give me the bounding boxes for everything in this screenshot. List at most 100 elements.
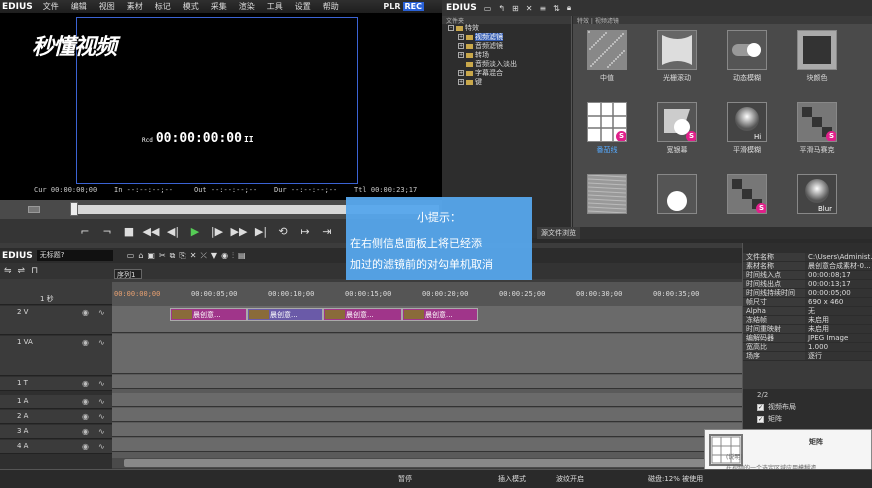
track-mode-icon[interactable]: ⇋ [4,266,12,276]
effect-item[interactable]: S 平滑马赛克 [782,102,852,155]
track-header[interactable]: 3 A ◉ ∿ [0,425,112,439]
lock-icon[interactable]: 🔒︎ [567,3,571,13]
scrub-knob[interactable] [70,202,78,216]
track-lane[interactable] [112,438,742,452]
new-folder-icon[interactable]: ⊞ [512,4,519,13]
tab-source-browser[interactable]: 源文件浏览 [537,227,580,239]
menu-settings[interactable]: 设置 [289,1,317,12]
sync-icon[interactable]: ∿ [98,308,105,317]
up-folder-icon[interactable]: ↰ [498,4,505,13]
cut-icon[interactable]: ✂ [159,251,166,260]
tree-node[interactable]: + 字幕混合 [442,69,571,78]
visibility-icon[interactable]: ◉ [82,308,89,317]
delete-clip-icon[interactable]: ✕ [190,251,197,260]
overwrite-icon[interactable]: ⇥ [316,221,338,241]
effect-item[interactable]: S 宽银幕 [642,102,712,155]
menu-mode[interactable]: 模式 [177,1,205,12]
play-icon[interactable]: ▶ [184,221,206,241]
expander-icon[interactable]: + [458,34,464,40]
visibility-icon[interactable]: ◉ [82,379,89,388]
track-scale-row[interactable]: 1 秒 [0,279,112,305]
effect-item[interactable] [572,174,642,217]
timeline-clip[interactable]: 晨创意... [247,308,323,321]
effect-item[interactable]: 动态模糊 [712,30,782,83]
mixer-icon[interactable]: ⫶ [232,251,234,261]
shuttle-slider[interactable] [28,206,40,213]
menu-tools[interactable]: 工具 [261,1,289,12]
menu-render[interactable]: 渲染 [233,1,261,12]
rec-toggle[interactable]: REC [402,2,424,11]
track-lane[interactable] [112,423,742,437]
visibility-icon[interactable]: ◉ [82,412,89,421]
paste-icon[interactable]: ⎘ [179,251,185,261]
menu-edit[interactable]: 编辑 [65,1,93,12]
track-header[interactable]: 4 A ◉ ∿ [0,440,112,454]
open-icon[interactable]: ⌂ [138,251,143,260]
visibility-icon[interactable]: ◉ [82,397,89,406]
insert-icon[interactable]: ↦ [294,221,316,241]
save-icon[interactable]: ▣ [147,251,155,260]
expander-icon[interactable]: + [458,79,464,85]
menu-marker[interactable]: 标记 [149,1,177,12]
status-insert-mode[interactable]: 插入模式 [498,474,526,484]
timeline-scrollbar[interactable] [112,458,742,468]
expander-icon[interactable]: + [458,43,464,49]
stop-icon[interactable]: ■ [118,221,140,241]
visibility-icon[interactable]: ◉ [82,442,89,451]
effect-item[interactable]: 块颜色 [782,30,852,83]
effect-item[interactable]: 中值 [572,30,642,83]
menu-file[interactable]: 文件 [37,1,65,12]
step-back-icon[interactable]: ◀| [162,221,184,241]
track-lane[interactable] [112,334,742,374]
applied-item-matrix[interactable]: ✓ 矩阵 [743,413,872,425]
set-in-icon[interactable]: ⌐ [74,221,96,241]
folder-icon[interactable]: ▭ [484,4,492,13]
fast-forward-icon[interactable]: ▶▶ [228,221,250,241]
snap-icon[interactable]: ⊓ [31,266,38,276]
next-edit-icon[interactable]: ▶| [250,221,272,241]
visibility-icon[interactable]: ◉ [82,427,89,436]
sync-icon[interactable]: ∿ [98,338,105,347]
timeline-clip[interactable]: 晨创意... [402,308,478,321]
render-icon[interactable]: ◉ [221,251,228,260]
set-out-icon[interactable]: ¬ [96,221,118,241]
effect-item[interactable] [642,174,712,217]
step-forward-icon[interactable]: |▶ [206,221,228,241]
expander-icon[interactable]: + [458,52,464,58]
loop-icon[interactable]: ⟲ [272,221,294,241]
sync-icon[interactable]: ∿ [98,427,105,436]
timeline-clip[interactable]: 晨创意... [323,308,402,321]
effect-item[interactable]: S 番茄线 [572,102,642,155]
rewind-icon[interactable]: ◀◀ [140,221,162,241]
tree-node[interactable]: + 转场 [442,51,571,60]
track-header[interactable]: 2 A ◉ ∿ [0,410,112,424]
ripple-delete-icon[interactable]: ⤫ [201,251,207,261]
tree-node[interactable]: 音频淡入淡出 [442,60,571,69]
sync-icon[interactable]: ∿ [98,397,105,406]
track-header[interactable]: 1 A ◉ ∿ [0,395,112,409]
copy-icon[interactable]: ⧉ [170,251,176,261]
menu-view[interactable]: 视图 [93,1,121,12]
sort-icon[interactable]: ⇅ [553,4,560,13]
tab-sequence[interactable]: 序列1 [114,269,142,279]
timeline-lanes[interactable]: 晨创意... 晨创意... 晨创意... 晨创意... [112,306,742,458]
effect-item[interactable]: S [712,174,782,217]
timescale-label[interactable]: 1 秒 [40,294,54,304]
track-header[interactable]: 1 T ◉ ∿ [0,377,112,391]
checkbox-matrix[interactable]: ✓ [757,415,764,423]
expander-icon[interactable]: - [448,25,454,31]
plr-toggle[interactable]: PLR [383,2,400,11]
view-mode-icon[interactable]: ≡ [539,4,546,13]
tree-node[interactable]: - 特效 [442,24,571,33]
sync-icon[interactable]: ∿ [98,442,105,451]
sync-icon[interactable]: ∿ [98,379,105,388]
timeline-ruler[interactable]: 00:00:00;00 00:00:05;00 00:00:10;00 00:00:1… [112,282,742,306]
export-icon[interactable]: ▤ [238,251,246,260]
track-lane[interactable] [112,375,742,389]
track-header[interactable]: 1 VA ◉ ∿ [0,336,112,376]
applied-item-layout[interactable]: ✓ 视频布局 [743,401,872,413]
sync-icon[interactable]: ∿ [98,412,105,421]
tree-node[interactable]: + 键 [442,78,571,87]
track-lane[interactable] [112,408,742,422]
menu-clip[interactable]: 素材 [121,1,149,12]
